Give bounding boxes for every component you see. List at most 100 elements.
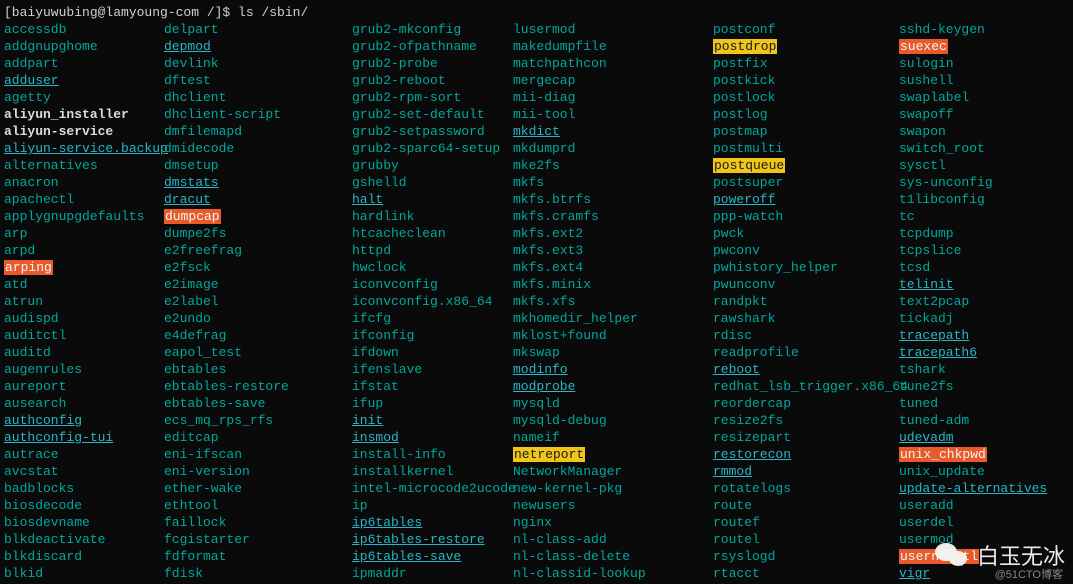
file-name: poweroff xyxy=(713,192,775,207)
file-entry: redhat_lsb_trigger.x86_64 xyxy=(713,378,899,395)
file-name: ppp-watch xyxy=(713,209,783,224)
file-name: mkfs.ext4 xyxy=(513,260,583,275)
file-name: mkdumprd xyxy=(513,141,575,156)
file-entry: mkfs.ext3 xyxy=(513,242,713,259)
file-name: atrun xyxy=(4,294,43,309)
file-entry: telinit xyxy=(899,276,1073,293)
file-name: mkfs.minix xyxy=(513,277,591,292)
file-name: blkdeactivate xyxy=(4,532,105,547)
file-entry: grub2-set-default xyxy=(352,106,513,123)
file-entry: netreport xyxy=(513,446,713,463)
file-name: accessdb xyxy=(4,22,66,37)
file-entry: rmmod xyxy=(713,463,899,480)
file-entry: switch_root xyxy=(899,140,1073,157)
ls-column-4: lusermodmakedumpfilematchpathconmergecap… xyxy=(513,21,713,582)
file-name: rsyslogd xyxy=(713,549,775,564)
file-entry: arping xyxy=(4,259,164,276)
file-entry: swaplabel xyxy=(899,89,1073,106)
file-entry: eni-ifscan xyxy=(164,446,352,463)
file-name: ebtables-restore xyxy=(164,379,289,394)
file-entry: mkswap xyxy=(513,344,713,361)
file-entry: postlog xyxy=(713,106,899,123)
file-name: ethtool xyxy=(164,498,219,513)
file-entry: dumpe2fs xyxy=(164,225,352,242)
file-name: rmmod xyxy=(713,464,752,479)
file-entry: nl-class-add xyxy=(513,531,713,548)
file-name: modinfo xyxy=(513,362,568,377)
file-entry: alternatives xyxy=(4,157,164,174)
file-name: text2pcap xyxy=(899,294,969,309)
file-name: e4defrag xyxy=(164,328,226,343)
file-entry: unix_update xyxy=(899,463,1073,480)
file-name: ipmaddr xyxy=(352,566,407,581)
file-name: ip6tables-restore xyxy=(352,532,485,547)
file-entry: grub2-mkconfig xyxy=(352,21,513,38)
file-entry: biosdecode xyxy=(4,497,164,514)
file-entry: e2label xyxy=(164,293,352,310)
file-name: redhat_lsb_trigger.x86_64 xyxy=(713,379,908,394)
file-name: mysqld xyxy=(513,396,560,411)
file-entry: ifconfig xyxy=(352,327,513,344)
file-name: pwhistory_helper xyxy=(713,260,838,275)
file-name: anacron xyxy=(4,175,59,190)
file-entry: audispd xyxy=(4,310,164,327)
file-name: tshark xyxy=(899,362,946,377)
file-name: agetty xyxy=(4,90,51,105)
file-entry: ethtool xyxy=(164,497,352,514)
file-entry: hardlink xyxy=(352,208,513,225)
file-name: dmfilemapd xyxy=(164,124,242,139)
file-entry: e2freefrag xyxy=(164,242,352,259)
file-name: sulogin xyxy=(899,56,954,71)
file-entry: augenrules xyxy=(4,361,164,378)
ls-column-1: accessdbaddgnupghomeaddpartadduseragetty… xyxy=(4,21,164,582)
file-name: mii-diag xyxy=(513,90,575,105)
file-name: mkfs.ext3 xyxy=(513,243,583,258)
file-name: mkhomedir_helper xyxy=(513,311,638,326)
file-name: httpd xyxy=(352,243,391,258)
file-name: postkick xyxy=(713,73,775,88)
file-entry: tuned-adm xyxy=(899,412,1073,429)
file-name: ifenslave xyxy=(352,362,422,377)
ls-column-3: grub2-mkconfiggrub2-ofpathnamegrub2-prob… xyxy=(352,21,513,582)
file-entry: useradd xyxy=(899,497,1073,514)
file-name: randpkt xyxy=(713,294,768,309)
file-entry: badblocks xyxy=(4,480,164,497)
file-entry: grub2-sparc64-setup xyxy=(352,140,513,157)
file-name: newusers xyxy=(513,498,575,513)
file-name: tracepath6 xyxy=(899,345,977,360)
file-name: grub2-rpm-sort xyxy=(352,90,461,105)
file-entry: lusermod xyxy=(513,21,713,38)
file-entry: postqueue xyxy=(713,157,899,174)
file-entry: NetworkManager xyxy=(513,463,713,480)
file-entry: postdrop xyxy=(713,38,899,55)
file-entry: autrace xyxy=(4,446,164,463)
file-entry: e4defrag xyxy=(164,327,352,344)
file-name: tc xyxy=(899,209,915,224)
file-entry: ausearch xyxy=(4,395,164,412)
file-name: fcgistarter xyxy=(164,532,250,547)
file-entry: gshelld xyxy=(352,174,513,191)
file-entry: anacron xyxy=(4,174,164,191)
file-entry: halt xyxy=(352,191,513,208)
file-name: grub2-sparc64-setup xyxy=(352,141,500,156)
file-name: swaplabel xyxy=(899,90,969,105)
file-entry: mkfs.ext4 xyxy=(513,259,713,276)
file-name: udevadm xyxy=(899,430,954,445)
file-entry: postmulti xyxy=(713,140,899,157)
file-entry: ebtables-save xyxy=(164,395,352,412)
file-entry: dumpcap xyxy=(164,208,352,225)
file-entry: blkdeactivate xyxy=(4,531,164,548)
file-name: postlock xyxy=(713,90,775,105)
file-name: swapoff xyxy=(899,107,954,122)
file-name: authconfig-tui xyxy=(4,430,113,445)
file-entry: dmsetup xyxy=(164,157,352,174)
file-entry: dmstats xyxy=(164,174,352,191)
file-entry: ip6tables-restore xyxy=(352,531,513,548)
file-name: pwunconv xyxy=(713,277,775,292)
file-name: applygnupgdefaults xyxy=(4,209,144,224)
file-entry: ether-wake xyxy=(164,480,352,497)
file-name: atd xyxy=(4,277,27,292)
file-entry: unix_chkpwd xyxy=(899,446,1073,463)
file-entry: makedumpfile xyxy=(513,38,713,55)
file-entry: eni-version xyxy=(164,463,352,480)
